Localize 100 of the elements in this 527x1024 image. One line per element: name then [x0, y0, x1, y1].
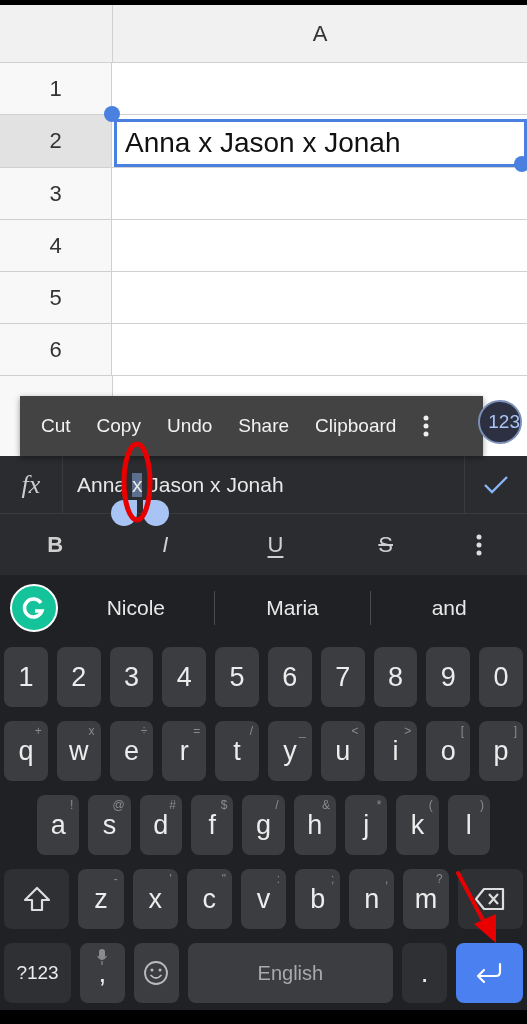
- key[interactable]: r =: [162, 721, 207, 781]
- key[interactable]: 0: [479, 647, 523, 707]
- backspace-icon: [474, 887, 507, 911]
- suggestion[interactable]: and: [370, 591, 527, 625]
- key[interactable]: 6: [268, 647, 312, 707]
- key[interactable]: s @: [88, 795, 131, 855]
- key-hint: @: [112, 798, 125, 812]
- key-hint: /: [275, 798, 279, 812]
- key-hint: ": [221, 872, 226, 886]
- key[interactable]: 5: [215, 647, 259, 707]
- key[interactable]: g /: [242, 795, 285, 855]
- key[interactable]: 1: [4, 647, 48, 707]
- key[interactable]: m ?: [403, 869, 449, 929]
- comma-key[interactable]: ,: [80, 943, 125, 1003]
- key[interactable]: k (: [396, 795, 439, 855]
- key-hint: _: [299, 724, 306, 738]
- check-icon: [483, 474, 509, 495]
- italic-button[interactable]: I: [145, 530, 186, 559]
- menu-item[interactable]: Cut: [28, 415, 84, 437]
- key-hint: >: [404, 724, 412, 738]
- more-icon[interactable]: [423, 415, 430, 437]
- key-hint: =: [193, 724, 201, 738]
- symbols-key[interactable]: ?123: [4, 943, 72, 1003]
- key[interactable]: 2: [56, 647, 101, 707]
- key[interactable]: f $: [191, 795, 234, 855]
- column-header[interactable]: A: [113, 5, 527, 62]
- row-header[interactable]: 2: [0, 115, 112, 167]
- key[interactable]: p ]: [479, 721, 523, 781]
- menu-item[interactable]: Copy: [83, 415, 154, 437]
- key-hint: $: [220, 798, 228, 812]
- key[interactable]: d #: [139, 795, 182, 855]
- space-key[interactable]: English: [187, 943, 394, 1003]
- underline-button[interactable]: U: [255, 530, 296, 559]
- selected-cell[interactable]: Anna x Jason x Jonah: [114, 119, 527, 167]
- key-hint: :: [276, 872, 281, 886]
- key[interactable]: u <: [320, 721, 365, 781]
- selection-handle[interactable]: [104, 106, 120, 122]
- enter-key[interactable]: [455, 943, 523, 1003]
- key-hint: x: [88, 724, 95, 738]
- key[interactable]: h &: [293, 795, 336, 855]
- row-header[interactable]: 6: [0, 324, 112, 375]
- key[interactable]: t /: [215, 721, 259, 781]
- key[interactable]: 3: [109, 647, 154, 707]
- emoji-key[interactable]: [133, 943, 179, 1003]
- key[interactable]: y _: [268, 721, 312, 781]
- key-hint: /: [249, 724, 253, 738]
- more-icon[interactable]: [475, 533, 482, 556]
- key[interactable]: j *: [344, 795, 388, 855]
- key[interactable]: b ;: [295, 869, 341, 929]
- function-label: fx: [0, 456, 63, 513]
- row-header[interactable]: 5: [0, 272, 112, 323]
- smiley-icon: [143, 960, 170, 986]
- key[interactable]: n ,: [349, 869, 395, 929]
- row-header[interactable]: 4: [0, 220, 112, 271]
- period-key[interactable]: .: [402, 943, 447, 1003]
- key[interactable]: w x: [56, 721, 101, 781]
- shift-key[interactable]: [4, 869, 70, 929]
- bold-button[interactable]: B: [35, 530, 76, 559]
- key[interactable]: c ": [186, 869, 232, 929]
- strikethrough-button[interactable]: S: [365, 530, 406, 559]
- key[interactable]: q +: [4, 721, 48, 781]
- grammarly-icon[interactable]: [10, 584, 58, 632]
- number-toggle-button[interactable]: 123: [478, 400, 522, 444]
- key-hint: +: [34, 724, 42, 738]
- key-hint: #: [169, 798, 176, 812]
- key[interactable]: z -: [78, 869, 124, 929]
- key-hint: &: [321, 798, 330, 812]
- key[interactable]: 7: [320, 647, 365, 707]
- key[interactable]: 4: [162, 647, 207, 707]
- key-hint: ): [479, 798, 484, 812]
- key-hint: <: [351, 724, 359, 738]
- key-hint: !: [70, 798, 74, 812]
- menu-item[interactable]: Share: [225, 415, 303, 437]
- key[interactable]: i >: [373, 721, 418, 781]
- shift-icon: [22, 886, 51, 912]
- row-header[interactable]: 1: [0, 63, 112, 114]
- key[interactable]: 9: [426, 647, 471, 707]
- key-hint: ]: [513, 724, 517, 738]
- row-header[interactable]: 3: [0, 168, 112, 219]
- key[interactable]: o [: [426, 721, 471, 781]
- key[interactable]: l ): [447, 795, 490, 855]
- key-hint: (: [428, 798, 433, 812]
- key-hint: [: [460, 724, 465, 738]
- selection-handle[interactable]: [514, 156, 527, 172]
- key-hint: ;: [330, 872, 335, 886]
- key[interactable]: v :: [240, 869, 287, 929]
- key-hint: *: [376, 798, 382, 812]
- microphone-icon: [97, 949, 108, 965]
- key-hint: ?: [435, 872, 443, 886]
- menu-item[interactable]: Clipboard: [302, 415, 410, 437]
- suggestion[interactable]: Nicole: [58, 591, 214, 625]
- key[interactable]: a !: [37, 795, 80, 855]
- suggestion[interactable]: Maria: [213, 591, 371, 625]
- key[interactable]: x ': [132, 869, 178, 929]
- key[interactable]: 8: [373, 647, 418, 707]
- cell-text: Anna x Jason x Jonah: [125, 127, 401, 159]
- key-hint: ': [169, 872, 172, 886]
- key-hint: ÷: [140, 724, 148, 738]
- key[interactable]: e ÷: [109, 721, 154, 781]
- menu-item[interactable]: Undo: [153, 415, 226, 437]
